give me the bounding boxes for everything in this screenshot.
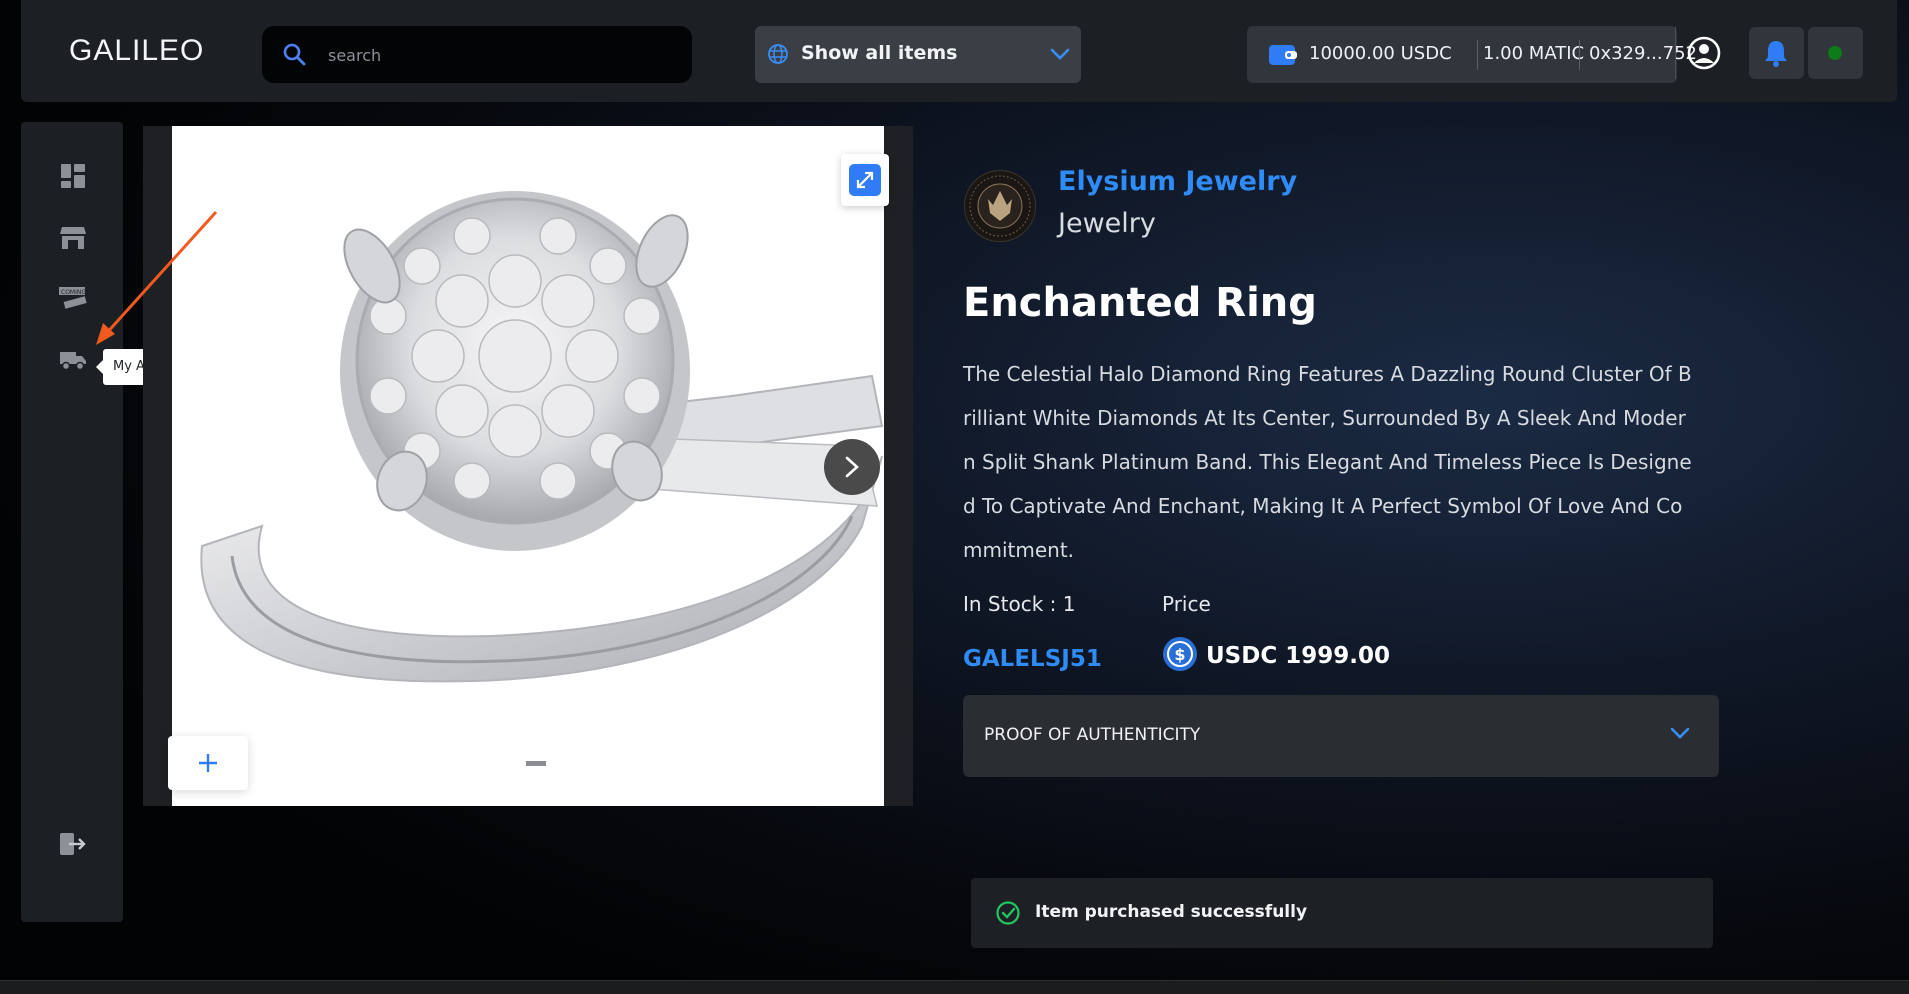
next-image-button[interactable]	[824, 439, 880, 495]
expand-icon	[849, 164, 881, 196]
chevron-right-icon	[842, 455, 862, 483]
profile-button[interactable]	[1675, 27, 1731, 79]
wallet-divider	[1477, 40, 1478, 70]
brand-logo[interactable]	[964, 170, 1036, 242]
sidebar-item-my-activity[interactable]	[55, 344, 91, 380]
grid-icon	[60, 163, 86, 193]
status-button[interactable]	[1808, 27, 1863, 79]
accordion-label: PROOF OF AUTHENTICITY	[984, 725, 1201, 745]
zoom-out-button[interactable]	[526, 761, 546, 766]
wallet-icon	[1269, 44, 1297, 70]
chevron-down-icon	[1669, 725, 1691, 745]
filter-label: Show all items	[801, 42, 958, 64]
chevron-down-icon	[1049, 46, 1071, 66]
product-title: Enchanted Ring	[963, 280, 1317, 326]
brand-name-link[interactable]: Elysium Jewelry	[1058, 166, 1297, 197]
search-bar	[262, 26, 692, 83]
search-icon	[282, 42, 306, 70]
coming-soon-icon: COMING	[58, 285, 88, 315]
search-input[interactable]	[326, 40, 670, 70]
gallery-edge-dot	[872, 755, 884, 771]
green-dot-icon	[1828, 46, 1842, 60]
zoom-controls	[168, 733, 884, 793]
check-circle-icon	[995, 900, 1021, 930]
zoom-in-button[interactable]	[168, 736, 248, 790]
top-header: GALILEO Show all items 10000.00 USDC 1.0…	[21, 0, 1897, 102]
sidebar-item-coming-soon[interactable]: COMING	[55, 282, 91, 318]
sidebar-item-dashboard[interactable]	[55, 160, 91, 196]
product-image	[172, 126, 884, 806]
globe-icon	[767, 43, 789, 69]
plus-icon	[197, 752, 219, 778]
brand-category: Jewelry	[1058, 208, 1156, 239]
price-amount: USDC 1999.00	[1206, 643, 1390, 669]
product-description: The Celestial Halo Diamond Ring Features…	[963, 362, 1692, 562]
logout-icon	[59, 831, 87, 861]
user-circle-icon	[1686, 35, 1722, 75]
bottom-bar	[0, 980, 1909, 994]
proof-of-authenticity-accordion[interactable]: PROOF OF AUTHENTICITY	[963, 695, 1719, 777]
logout-button[interactable]	[55, 828, 91, 864]
sidebar-item-marketplace[interactable]	[55, 222, 91, 258]
matic-balance: 1.00 MATIC	[1483, 43, 1585, 64]
fullscreen-button[interactable]	[841, 154, 889, 206]
usdc-balance: 10000.00 USDC	[1309, 43, 1452, 64]
usdc-coin-icon: $	[1162, 636, 1198, 676]
toast-message: Item purchased successfully	[1035, 902, 1308, 922]
sidebar: COMING	[21, 122, 123, 922]
wallet-panel: 10000.00 USDC 1.00 MATIC 0x329...752	[1247, 26, 1697, 83]
success-toast: Item purchased successfully	[971, 878, 1713, 948]
ring-illustration	[200, 191, 884, 683]
storefront-icon	[59, 225, 87, 255]
bell-icon	[1764, 39, 1788, 71]
product-sku: GALELSJ51	[963, 646, 1102, 672]
app-logo[interactable]: GALILEO	[69, 34, 204, 68]
notifications-button[interactable]	[1749, 27, 1804, 79]
svg-text:$: $	[1174, 645, 1185, 664]
stock-count: In Stock : 1	[963, 592, 1076, 616]
svg-text:COMING: COMING	[61, 289, 86, 296]
category-filter-dropdown[interactable]: Show all items	[755, 26, 1081, 83]
truck-icon	[59, 349, 87, 375]
product-price: $ USDC 1999.00	[1162, 636, 1390, 676]
wallet-divider	[1579, 40, 1580, 70]
price-label: Price	[1162, 592, 1211, 616]
